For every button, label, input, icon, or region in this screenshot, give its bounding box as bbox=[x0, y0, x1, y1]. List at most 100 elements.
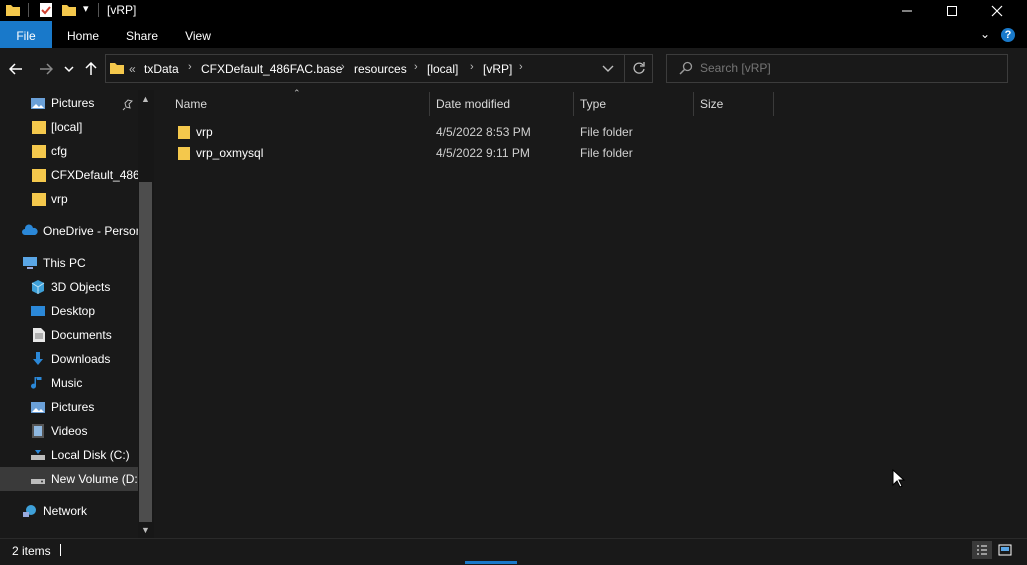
3d-objects-icon bbox=[30, 279, 46, 295]
breadcrumb-txdata[interactable]: txData bbox=[144, 62, 179, 76]
status-separator bbox=[60, 544, 61, 556]
nav-item-onedrive[interactable]: OneDrive - Personal bbox=[0, 219, 138, 243]
tab-file[interactable]: File bbox=[0, 21, 52, 48]
forward-arrow-icon bbox=[40, 63, 53, 75]
tab-home[interactable]: Home bbox=[58, 21, 108, 48]
network-icon bbox=[22, 503, 38, 519]
downloads-icon bbox=[30, 351, 46, 367]
nav-item-music[interactable]: Music bbox=[0, 371, 138, 395]
column-divider[interactable] bbox=[693, 92, 694, 116]
nav-item-cfg[interactable]: cfg bbox=[0, 139, 138, 163]
help-icon[interactable]: ? bbox=[1001, 28, 1015, 42]
nav-item-this-pc[interactable]: This PC bbox=[0, 251, 138, 275]
onedrive-icon bbox=[22, 223, 38, 239]
desktop-icon bbox=[30, 303, 46, 319]
nav-item-cfxdefault[interactable]: CFXDefault_486FAC.base bbox=[0, 163, 138, 187]
nav-item-local-disk-c[interactable]: Local Disk (C:) bbox=[0, 443, 138, 467]
column-header-name[interactable]: Name bbox=[175, 96, 207, 118]
table-row[interactable]: vrp_oxmysql 4/5/2022 9:11 PM File folder bbox=[171, 143, 771, 164]
file-date: 4/5/2022 8:53 PM bbox=[436, 125, 531, 139]
table-row[interactable]: vrp 4/5/2022 8:53 PM File folder bbox=[171, 122, 771, 143]
properties-icon[interactable] bbox=[38, 2, 54, 18]
up-button[interactable] bbox=[80, 57, 102, 81]
breadcrumb-chevron-icon[interactable]: › bbox=[414, 61, 418, 73]
breadcrumb-chevron-icon[interactable]: › bbox=[470, 61, 474, 73]
nav-item-3d-objects[interactable]: 3D Objects bbox=[0, 275, 138, 299]
breadcrumb-overflow[interactable]: « bbox=[129, 62, 136, 76]
maximize-button[interactable] bbox=[929, 0, 975, 21]
nav-item-local[interactable]: [local] bbox=[0, 115, 138, 139]
music-icon bbox=[30, 375, 46, 391]
tab-view[interactable]: View bbox=[173, 21, 223, 48]
nav-item-documents[interactable]: Documents bbox=[0, 323, 138, 347]
nav-item-downloads[interactable]: Downloads bbox=[0, 347, 138, 371]
file-name: vrp bbox=[196, 125, 213, 139]
nav-item-videos[interactable]: Videos bbox=[0, 419, 138, 443]
nav-item-vrp[interactable]: vrp bbox=[0, 187, 138, 211]
refresh-icon[interactable] bbox=[632, 61, 646, 78]
search-icon bbox=[679, 61, 693, 78]
drive-icon bbox=[30, 447, 46, 463]
details-view-icon bbox=[977, 545, 987, 555]
sort-ascending-icon: ⌃ bbox=[293, 88, 301, 98]
file-type: File folder bbox=[580, 125, 633, 139]
nav-item-pictures[interactable]: Pictures bbox=[0, 395, 138, 419]
column-header-date-modified[interactable]: Date modified bbox=[436, 96, 510, 118]
breadcrumb-resources[interactable]: resources bbox=[354, 62, 407, 76]
this-pc-icon bbox=[22, 255, 38, 271]
new-folder-icon[interactable] bbox=[61, 2, 77, 18]
search-input[interactable] bbox=[700, 57, 1000, 79]
breadcrumb-chevron-icon[interactable]: › bbox=[188, 61, 192, 73]
large-icons-view-button[interactable] bbox=[995, 541, 1015, 559]
content-scrollbar[interactable] bbox=[1020, 48, 1027, 538]
file-type: File folder bbox=[580, 146, 633, 160]
pictures-icon bbox=[30, 95, 46, 111]
file-name: vrp_oxmysql bbox=[196, 146, 264, 160]
forward-button[interactable] bbox=[35, 57, 57, 81]
documents-icon bbox=[31, 327, 47, 343]
large-icons-view-icon bbox=[998, 544, 1012, 556]
item-count: 2 items bbox=[12, 544, 51, 558]
column-divider[interactable] bbox=[573, 92, 574, 116]
back-button[interactable] bbox=[5, 57, 27, 81]
title-bar bbox=[0, 0, 1027, 21]
scroll-up-icon[interactable]: ▲ bbox=[141, 94, 150, 104]
nav-item-pictures-pinned[interactable]: Pictures bbox=[0, 91, 138, 115]
folder-icon bbox=[177, 125, 191, 142]
column-divider[interactable] bbox=[773, 92, 774, 116]
column-header-type[interactable]: Type bbox=[580, 96, 606, 118]
videos-icon bbox=[30, 423, 46, 439]
close-button[interactable] bbox=[974, 0, 1020, 21]
pictures-icon bbox=[30, 399, 46, 415]
scroll-down-icon[interactable]: ▼ bbox=[141, 525, 150, 535]
maximize-icon bbox=[947, 5, 957, 16]
tab-share[interactable]: Share bbox=[117, 21, 167, 48]
breadcrumb-local[interactable]: [local] bbox=[427, 62, 458, 76]
nav-item-new-volume-d[interactable]: New Volume (D:) bbox=[0, 467, 138, 491]
back-arrow-icon bbox=[9, 63, 22, 75]
pin-icon[interactable] bbox=[122, 95, 138, 111]
separator bbox=[28, 3, 29, 17]
address-dropdown-icon[interactable] bbox=[602, 62, 614, 77]
nav-item-desktop[interactable]: Desktop bbox=[0, 299, 138, 323]
recent-locations-button[interactable] bbox=[60, 57, 78, 81]
minimize-button[interactable] bbox=[884, 0, 930, 21]
column-divider[interactable] bbox=[429, 92, 430, 116]
column-header-size[interactable]: Size bbox=[700, 96, 723, 118]
file-date: 4/5/2022 9:11 PM bbox=[436, 146, 530, 160]
mouse-cursor-icon bbox=[892, 468, 906, 492]
nav-scrollbar-thumb[interactable] bbox=[139, 182, 152, 522]
folder-icon bbox=[110, 61, 124, 78]
folder-icon bbox=[31, 143, 47, 159]
customize-qat-icon[interactable]: ▾ bbox=[83, 2, 89, 15]
close-icon bbox=[991, 5, 1003, 16]
breadcrumb-cfxdefault[interactable]: CFXDefault_486FAC.base bbox=[201, 62, 342, 76]
minimize-icon bbox=[902, 10, 912, 11]
expand-ribbon-icon[interactable]: ⌄ bbox=[980, 27, 990, 41]
divider bbox=[624, 54, 625, 83]
breadcrumb-vrp[interactable]: [vRP] bbox=[483, 62, 512, 76]
details-view-button[interactable] bbox=[972, 541, 992, 559]
nav-item-network[interactable]: Network bbox=[0, 499, 138, 523]
breadcrumb-chevron-icon[interactable]: › bbox=[519, 61, 523, 73]
breadcrumb-chevron-icon[interactable]: › bbox=[341, 61, 345, 73]
